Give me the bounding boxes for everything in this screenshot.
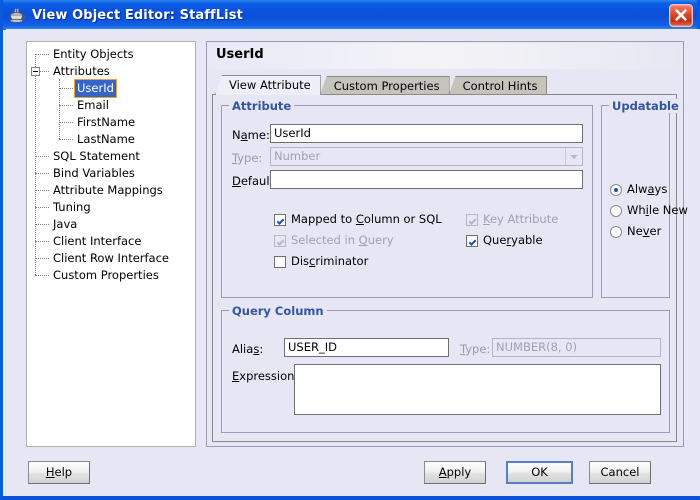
checkbox-box — [466, 235, 478, 247]
radio-label: Never — [627, 224, 662, 238]
radio-label: Always — [627, 182, 668, 196]
tree-item-bind-variables[interactable]: Bind Variables — [27, 165, 195, 182]
type-combo-value: Number — [274, 149, 321, 163]
tree-item-client-interface[interactable]: Client Interface — [27, 233, 195, 250]
tree-item-attribute-mappings[interactable]: Attribute Mappings — [27, 182, 195, 199]
checkbox-box — [274, 235, 286, 247]
tab-panel-view-attribute: Attribute Name: UserId Type: Number Defa… — [212, 94, 688, 442]
checkbox-label: Key Attribute — [483, 212, 559, 226]
alias-input[interactable]: USER_ID — [284, 338, 449, 357]
window-title: View Object Editor: StaffList — [32, 8, 243, 23]
checkbox-label: Selected in Query — [291, 233, 394, 247]
tree-item-label: Client Row Interface — [53, 251, 170, 265]
navigation-tree-panel[interactable]: Entity Objects Attributes UserId Email First… — [26, 41, 196, 447]
tree-item-label: FirstName — [77, 115, 136, 129]
name-label: Name: — [232, 128, 270, 142]
tree-item-label: Bind Variables — [53, 166, 135, 180]
checkbox-box — [274, 256, 286, 268]
navigation-tree[interactable]: Entity Objects Attributes UserId Email First… — [27, 42, 195, 282]
ok-button[interactable]: OK — [506, 461, 573, 484]
apply-button[interactable]: Apply — [424, 461, 486, 484]
radio-circle — [610, 226, 622, 238]
query-type-label: Type: — [460, 342, 491, 356]
tree-item-java[interactable]: Java — [27, 216, 195, 233]
tree-item-tuning[interactable]: Tuning — [27, 199, 195, 216]
updatable-group-title: Updatable — [609, 99, 682, 113]
query-column-group: Query Column Alias: USER_ID Type: NUMBER… — [221, 304, 670, 433]
tab-control-hints[interactable]: Control Hints — [448, 76, 548, 95]
tree-item-attributes[interactable]: Attributes — [27, 63, 195, 80]
tree-item-label: SQL Statement — [53, 149, 140, 163]
type-combo[interactable]: Number — [270, 147, 583, 166]
dialog-client-area: Entity Objects Attributes UserId Email First… — [6, 29, 700, 496]
checkbox-label: Mapped to Column or SQL — [291, 212, 442, 226]
checkbox-label: Discriminator — [291, 254, 369, 268]
expression-label: Expression: — [232, 369, 299, 383]
tree-item-label: Client Interface — [53, 234, 142, 248]
tree-item-label: Email — [77, 98, 109, 112]
tree-item-custom-properties[interactable]: Custom Properties — [27, 267, 195, 284]
tree-item-label: Custom Properties — [53, 268, 159, 282]
radio-circle — [610, 205, 622, 217]
close-icon[interactable] — [669, 4, 693, 27]
tree-item-label: Java — [53, 217, 78, 231]
tree-item-userid[interactable]: UserId — [27, 79, 195, 98]
page-title-banner: UserId — [208, 43, 682, 69]
alias-label: Alias: — [232, 342, 264, 356]
updatable-group: Updatable Always While New Never — [601, 99, 688, 298]
chevron-down-icon[interactable] — [565, 148, 582, 165]
window-titlebar[interactable]: View Object Editor: StaffList — [3, 0, 697, 30]
java-coffee-cup-icon — [7, 6, 27, 26]
type-label: Type: — [232, 151, 263, 165]
tree-item-client-row-interface[interactable]: Client Row Interface — [27, 250, 195, 267]
tree-item-label: UserId — [74, 79, 117, 98]
cancel-button[interactable]: Cancel — [589, 461, 651, 484]
tab-strip[interactable]: View Attribute Custom Properties Control H… — [215, 75, 548, 95]
tree-item-sql-statement[interactable]: SQL Statement — [27, 148, 195, 165]
tree-item-entity-objects[interactable]: Entity Objects — [27, 46, 195, 63]
help-button[interactable]: Help — [28, 461, 90, 484]
attribute-group: Attribute Name: UserId Type: Number Defa… — [221, 99, 593, 298]
attribute-group-title: Attribute — [229, 99, 295, 113]
radio-label: While New — [627, 203, 688, 217]
view-object-editor-dialog: View Object Editor: StaffList Entity Obj… — [0, 0, 700, 500]
radio-circle — [610, 184, 622, 196]
name-input[interactable]: UserId — [270, 124, 583, 143]
expression-textarea[interactable] — [294, 364, 661, 415]
tree-item-label: Attribute Mappings — [53, 183, 163, 197]
page-title: UserId — [216, 47, 264, 62]
tree-item-lastname[interactable]: LastName — [27, 131, 195, 148]
checkbox-label: Queryable — [483, 233, 543, 247]
editor-panel: UserId View Attribute Custom Properties Co… — [206, 41, 688, 447]
query-type-value: NUMBER(8, 0) — [492, 338, 661, 357]
query-column-group-title: Query Column — [229, 304, 327, 318]
tree-item-label: LastName — [77, 132, 135, 146]
tree-item-firstname[interactable]: FirstName — [27, 114, 195, 131]
tab-view-attribute[interactable]: View Attribute — [215, 75, 321, 95]
default-input[interactable] — [270, 170, 583, 189]
checkbox-box — [274, 214, 286, 226]
tab-custom-properties[interactable]: Custom Properties — [319, 76, 450, 95]
tree-item-label: Entity Objects — [53, 47, 134, 61]
tree-item-email[interactable]: Email — [27, 97, 195, 114]
tree-item-label: Attributes — [53, 64, 110, 78]
tree-item-label: Tuning — [53, 200, 91, 214]
checkbox-box — [466, 214, 478, 226]
